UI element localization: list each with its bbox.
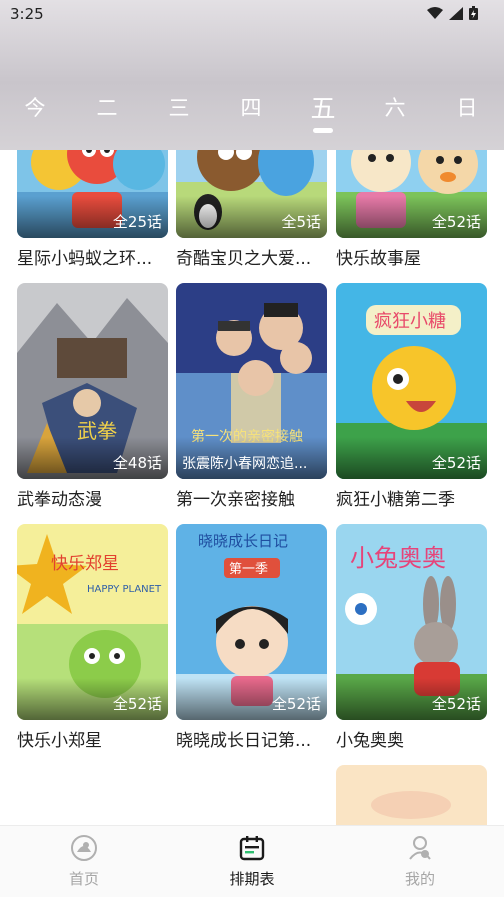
- poster-title-text: 小兔奥奥: [350, 544, 446, 572]
- card-6[interactable]: 疯狂小糖 全52话 疯狂小糖第二季: [336, 283, 487, 510]
- tab-day-sat[interactable]: 六: [375, 92, 415, 122]
- tab-day-tue[interactable]: 二: [87, 92, 127, 122]
- status-icons: [427, 6, 478, 20]
- tab-profile[interactable]: 我的: [370, 834, 470, 889]
- tab-day-sun[interactable]: 日: [447, 92, 487, 122]
- profile-icon: [409, 836, 431, 860]
- card-title: 晓晓成长日记第...: [176, 731, 312, 751]
- card-thumbnail: [336, 765, 487, 825]
- tab-home[interactable]: 首页: [34, 834, 134, 889]
- card-5[interactable]: 第一次的亲密接触 张震陈小春网恋追... 第一次亲密接触: [176, 283, 327, 510]
- signal-icon: [449, 6, 463, 20]
- home-icon: [71, 835, 97, 861]
- poster-title-text: 晓晓成长日记: [198, 532, 288, 550]
- card-title: 星际小蚂蚁之环...: [17, 249, 153, 269]
- episode-count: 全52话: [431, 454, 481, 472]
- bottom-tab-bar: 首页 排期表 我的: [0, 825, 504, 897]
- card-9[interactable]: 小兔奥奥 全52话 小兔奥奥: [336, 524, 487, 751]
- status-bar: 3:25: [0, 0, 504, 30]
- card-thumbnail: 快乐郑星 HAPPY PLANET 全52话: [17, 524, 168, 720]
- card-7[interactable]: 快乐郑星 HAPPY PLANET 全52话 快乐小郑星: [17, 524, 168, 751]
- poster-title-text: 快乐郑星: [51, 554, 119, 574]
- tab-label: 排期表: [229, 870, 275, 888]
- episode-count: 全52话: [431, 213, 481, 231]
- active-tab-indicator: [313, 128, 333, 133]
- weekday-tabs: 今 二 三 四 五 六 日: [0, 88, 504, 138]
- wifi-icon: [427, 6, 443, 19]
- card-4[interactable]: 武拳 全48话 武拳动态漫: [17, 283, 168, 510]
- episode-count: 全25话: [112, 213, 162, 231]
- tab-label: 首页: [68, 870, 99, 888]
- card-thumbnail: 疯狂小糖 全52话: [336, 283, 487, 479]
- calendar-icon: [239, 836, 265, 861]
- tab-day-wed[interactable]: 三: [159, 92, 199, 122]
- card-title: 小兔奥奥: [336, 731, 404, 751]
- poster-title-text: 疯狂小糖: [374, 311, 446, 332]
- poster-season-text: 第一季: [229, 562, 268, 577]
- card-10-partial[interactable]: [336, 765, 487, 825]
- poster-image: [336, 765, 487, 825]
- card-title: 快乐小郑星: [17, 731, 102, 751]
- episode-count: 全52话: [112, 695, 162, 713]
- card-thumbnail: 晓晓成长日记 第一季 全52话: [176, 524, 327, 720]
- battery-icon: [469, 6, 478, 20]
- tab-label: 我的: [404, 870, 435, 888]
- card-8[interactable]: 晓晓成长日记 第一季 全52话 晓晓成长日记第...: [176, 524, 327, 751]
- episode-count: 全48话: [112, 454, 162, 472]
- card-title: 奇酷宝贝之大爱...: [176, 249, 312, 269]
- tab-day-thu[interactable]: 四: [231, 92, 271, 122]
- episode-count: 全5话: [281, 213, 321, 231]
- tab-day-today[interactable]: 今: [15, 92, 55, 122]
- card-title: 武拳动态漫: [17, 490, 102, 510]
- poster-subtitle-text: HAPPY PLANET: [87, 584, 162, 595]
- status-time: 3:25: [10, 5, 44, 23]
- card-title: 快乐故事屋: [336, 249, 421, 269]
- card-title: 疯狂小糖第二季: [336, 490, 455, 510]
- tab-day-fri[interactable]: 五: [303, 89, 343, 125]
- card-subtitle: 张震陈小春网恋追...: [182, 456, 308, 472]
- episode-count: 全52话: [431, 695, 481, 713]
- episode-count: 全52话: [271, 695, 321, 713]
- card-thumbnail: 小兔奥奥 全52话: [336, 524, 487, 720]
- card-title: 第一次亲密接触: [176, 490, 295, 510]
- card-thumbnail: 第一次的亲密接触 张震陈小春网恋追...: [176, 283, 327, 479]
- card-thumbnail: 武拳 全48话: [17, 283, 168, 479]
- tab-schedule[interactable]: 排期表: [202, 834, 302, 889]
